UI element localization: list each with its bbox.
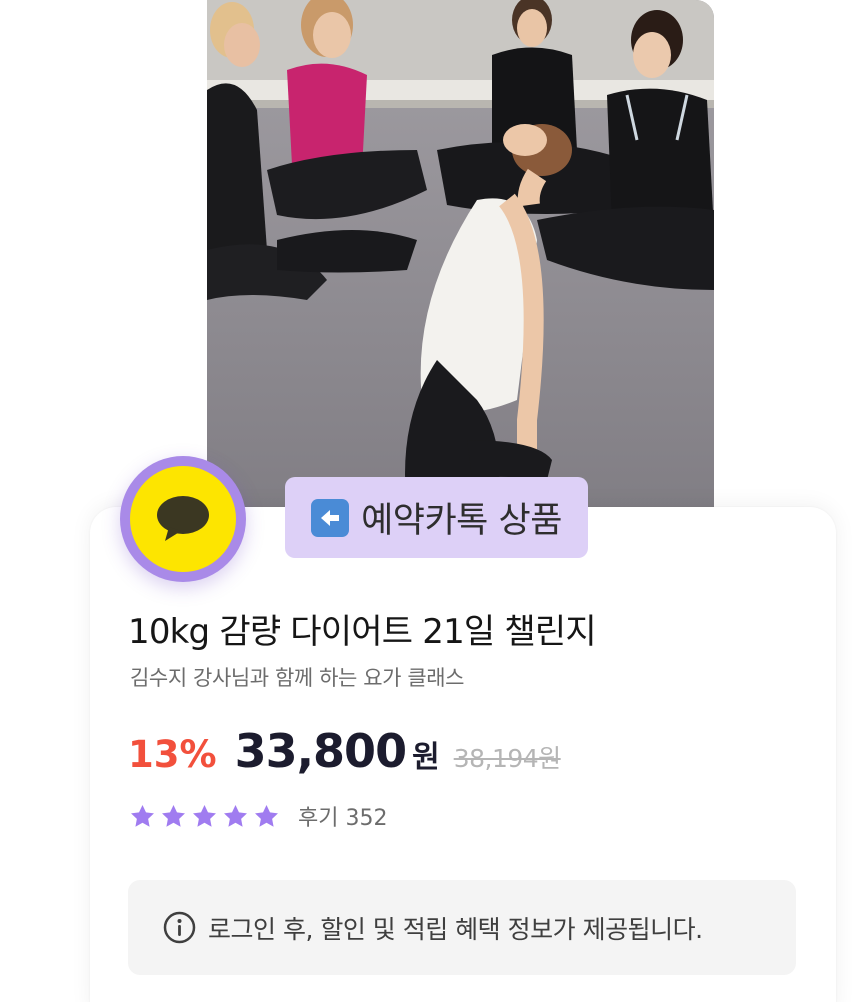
booking-tag: 예약카톡 상품 — [285, 477, 588, 558]
info-icon — [163, 911, 196, 944]
star-icon — [224, 804, 247, 827]
product-title: 10kg 감량 다이어트 21일 챌린지 — [128, 612, 597, 652]
star-rating — [129, 803, 280, 830]
star-icon — [193, 804, 216, 827]
product-image — [207, 0, 714, 508]
login-benefit-notice: 로그인 후, 할인 및 적립 혜택 정보가 제공됩니다. — [128, 880, 796, 975]
star-icon — [162, 804, 185, 827]
notice-text: 로그인 후, 할인 및 적립 혜택 정보가 제공됩니다. — [208, 914, 703, 944]
star-icon — [255, 804, 278, 827]
product-page: 예약카톡 상품 10kg 감량 다이어트 21일 챌린지 김수지 강사님과 함께… — [0, 0, 864, 1002]
kakaotalk-badge — [120, 456, 246, 582]
kakaotalk-chat-icon — [130, 466, 236, 572]
currency-unit: 원 — [412, 740, 440, 775]
booking-tag-label: 예약카톡 상품 — [361, 501, 562, 541]
product-subtitle: 김수지 강사님과 함께 하는 요가 클래스 — [130, 666, 465, 690]
star-icon — [131, 804, 154, 827]
sale-price: 33,800 — [234, 724, 408, 778]
left-arrow-emoji-icon — [311, 498, 350, 537]
original-price: 38,194원 — [453, 744, 561, 773]
review-count[interactable]: 후기 352 — [298, 800, 387, 832]
rating-row[interactable]: 후기 352 — [129, 800, 387, 832]
price-row: 13% 33,800 원 38,194원 — [128, 724, 561, 784]
discount-rate: 13% — [128, 733, 217, 776]
